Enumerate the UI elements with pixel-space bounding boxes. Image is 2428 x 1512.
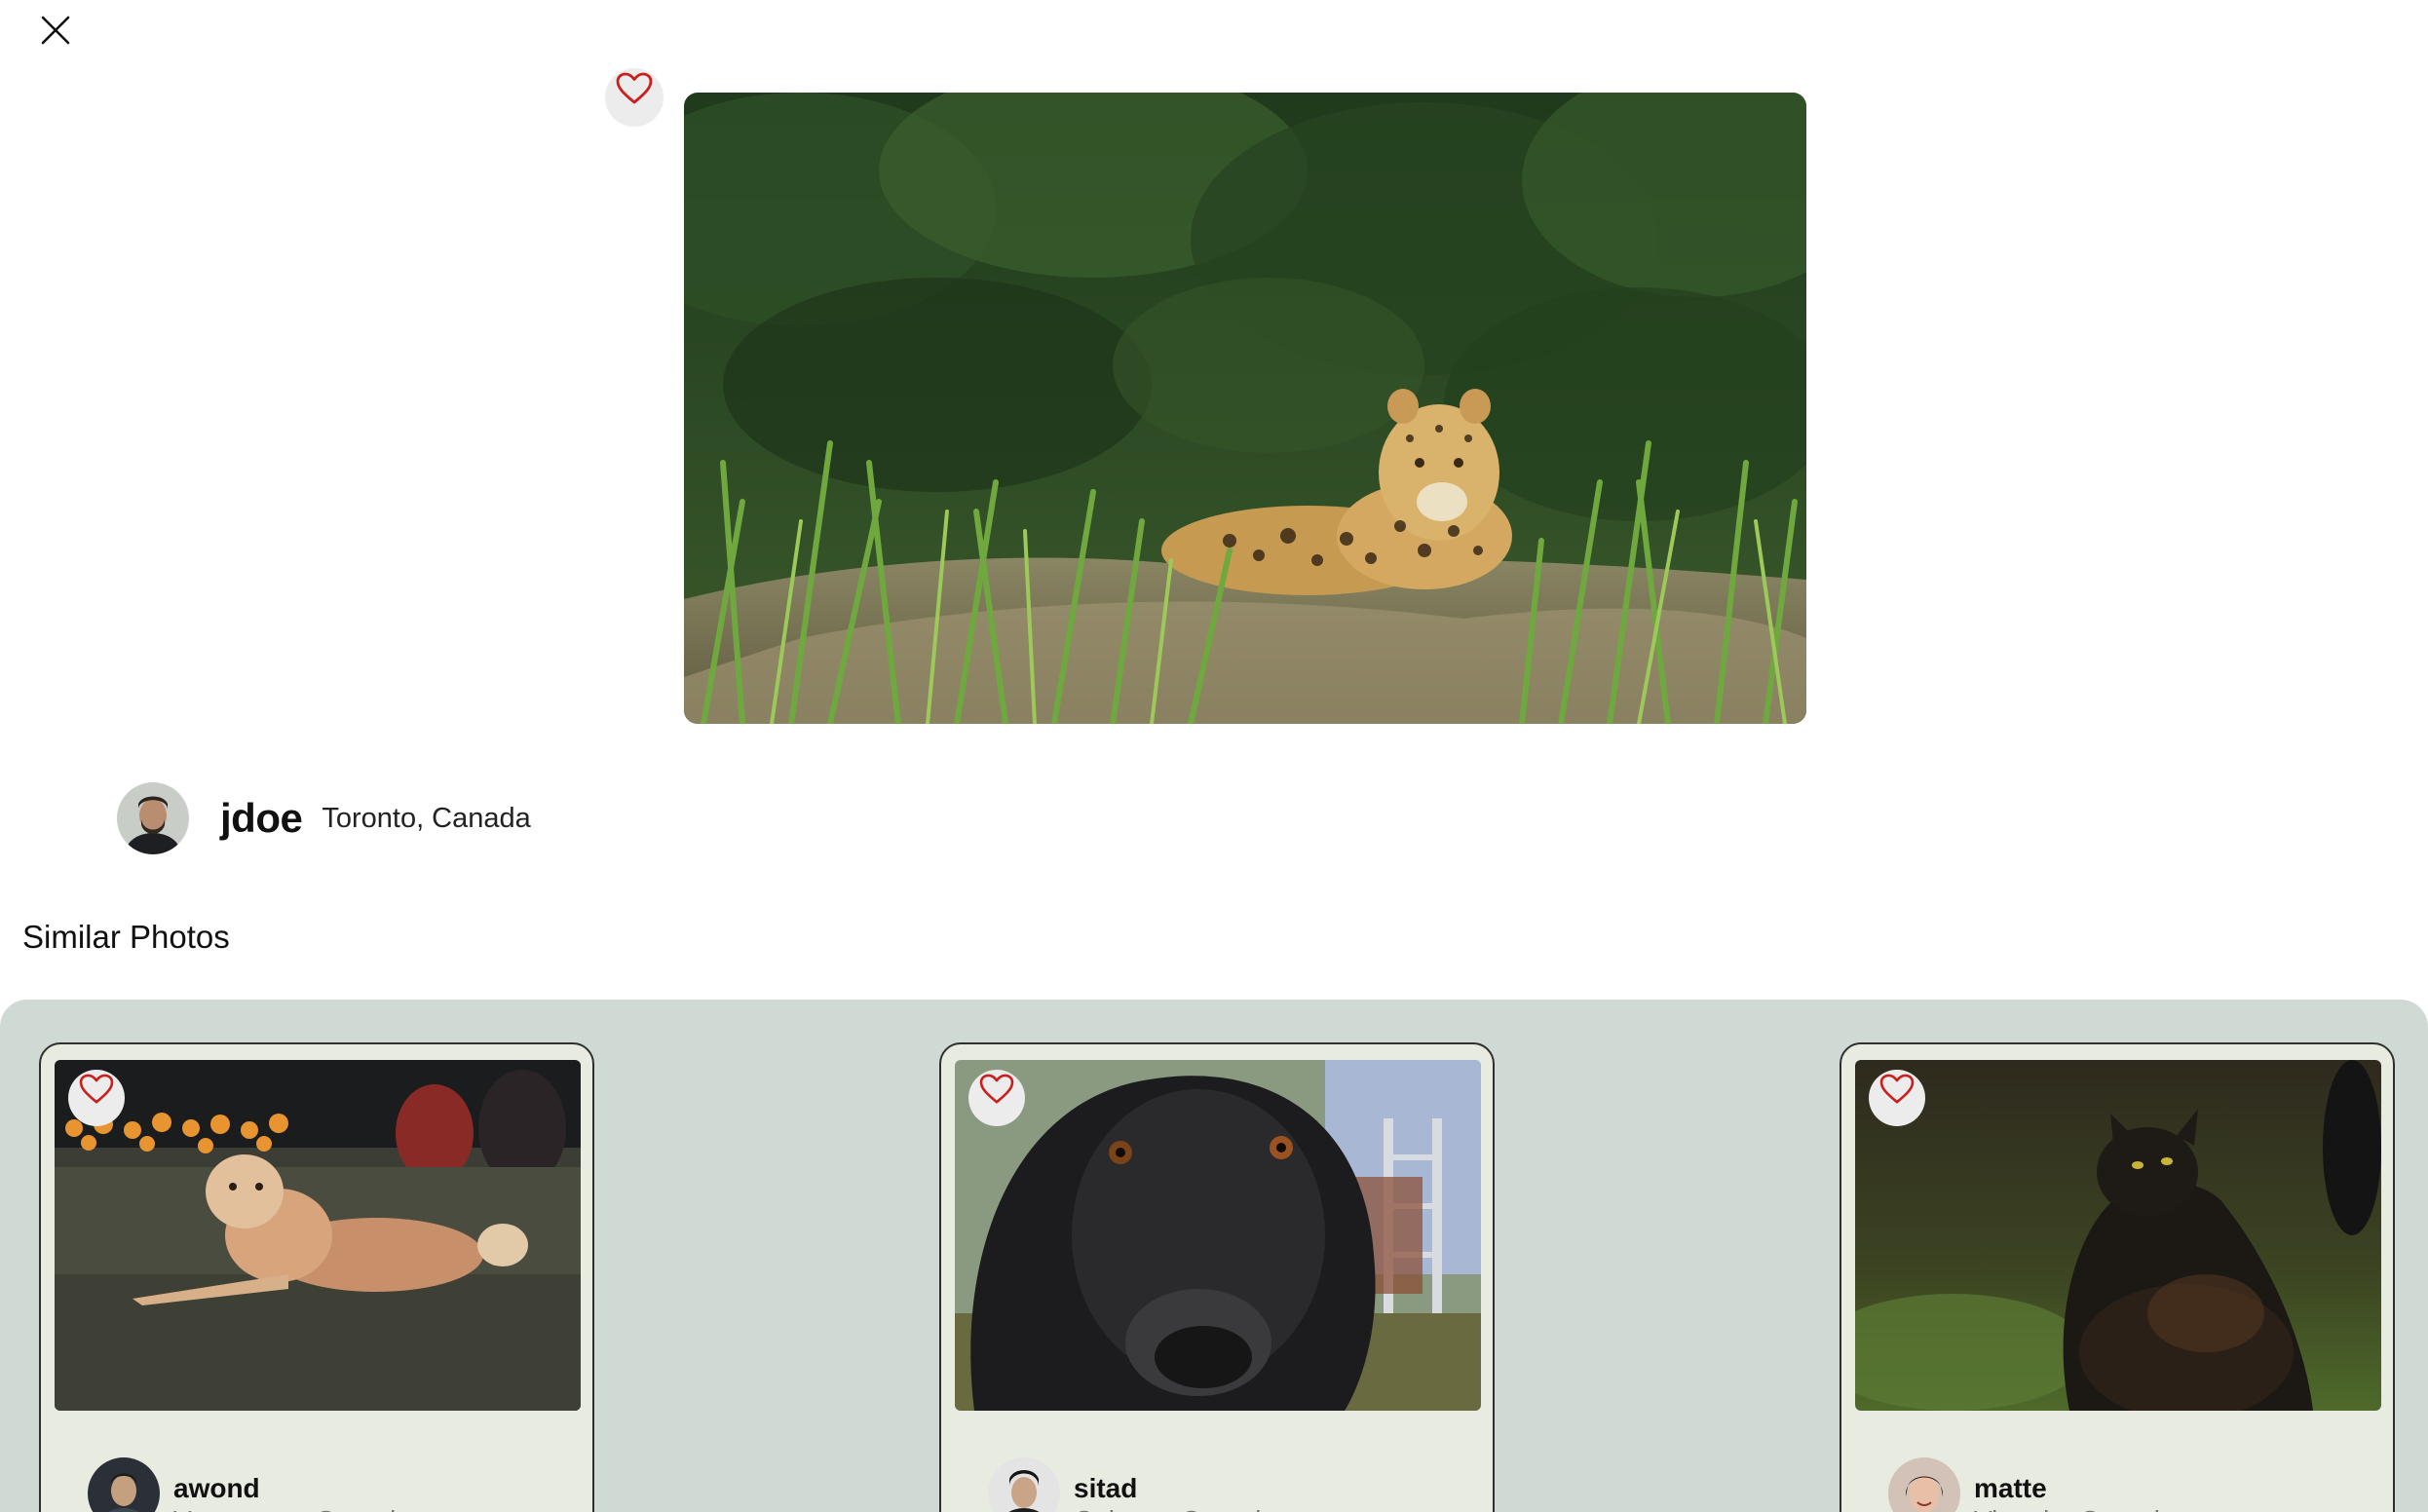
user-name[interactable]: awond	[173, 1473, 411, 1504]
user-location: Vancouver, Canada	[173, 1504, 411, 1512]
cat-photo	[1855, 1060, 2381, 1411]
avatar-image	[988, 1457, 1060, 1512]
owner-avatar[interactable]	[117, 782, 189, 854]
avatar-image	[1888, 1457, 1960, 1512]
favorite-button[interactable]	[968, 1070, 1025, 1126]
user-avatar[interactable]	[88, 1457, 160, 1512]
heart-icon	[79, 1074, 114, 1104]
photo-card[interactable]: awond Vancouver, Canada	[39, 1042, 594, 1512]
card-photo[interactable]	[55, 1060, 581, 1411]
user-avatar[interactable]	[988, 1457, 1060, 1512]
heart-icon	[979, 1074, 1014, 1104]
main-photo[interactable]	[684, 93, 1806, 724]
avatar-image	[88, 1457, 160, 1512]
card-user: sitad Calgary, Canada	[988, 1457, 1276, 1512]
user-name[interactable]: sitad	[1074, 1473, 1276, 1504]
card-user: matte Victoria, Canada	[1888, 1457, 2176, 1512]
card-photo[interactable]	[955, 1060, 1481, 1411]
close-button[interactable]	[35, 10, 76, 51]
user-location: Calgary, Canada	[1074, 1504, 1276, 1512]
owner-location: Toronto, Canada	[322, 802, 531, 834]
close-icon	[41, 16, 70, 45]
user-avatar[interactable]	[1888, 1457, 1960, 1512]
favorite-button[interactable]	[605, 68, 664, 127]
similar-photos-heading: Similar Photos	[22, 919, 230, 955]
dog-photo	[55, 1060, 581, 1411]
owner-username[interactable]: jdoe	[220, 795, 303, 842]
photo-card[interactable]: matte Victoria, Canada	[1840, 1042, 2395, 1512]
card-photo[interactable]	[1855, 1060, 2381, 1411]
similar-photos-panel: awond Vancouver, Canada	[0, 1000, 2428, 1512]
photo-card[interactable]: sitad Calgary, Canada	[939, 1042, 1495, 1512]
avatar-image	[117, 782, 189, 854]
favorite-button[interactable]	[68, 1070, 125, 1126]
heart-icon	[1879, 1074, 1915, 1104]
user-location: Victoria, Canada	[1974, 1504, 2176, 1512]
card-user: awond Vancouver, Canada	[88, 1457, 411, 1512]
photo-owner: jdoe Toronto, Canada	[117, 782, 531, 854]
user-name[interactable]: matte	[1974, 1473, 2176, 1504]
heart-icon	[616, 72, 653, 104]
dog-photo	[955, 1060, 1481, 1411]
favorite-button[interactable]	[1869, 1070, 1925, 1126]
jaguar-photo	[684, 93, 1806, 724]
